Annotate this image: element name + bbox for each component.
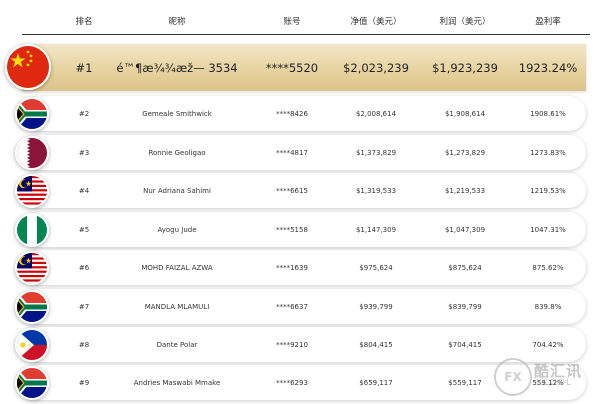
net-value-cell: $804,415 [359, 340, 393, 349]
profit-cell: $1,219,533 [444, 186, 486, 195]
account-cell: ****6293 [276, 378, 308, 387]
malaysia-flag-icon [15, 251, 49, 285]
table-row: #3 Ronnie Geoligao ****4817 $1,373,829 $… [22, 135, 586, 170]
china-flag-icon [5, 44, 51, 90]
profit-cell: $1,908,614 [444, 109, 486, 118]
name-cell: Ronnie Geoligao [148, 148, 206, 157]
watermark-logo: FX 酷汇讯 XCOOL [494, 356, 602, 396]
table-row: #7 MANDLA MLAMULI ****6637 $939,799 $839… [22, 289, 586, 324]
net-value-cell: $939,799 [359, 302, 393, 311]
account-cell: ****4817 [276, 148, 308, 157]
rank-cell: #9 [78, 378, 90, 387]
profit-cell: $1,923,239 [432, 60, 498, 75]
account-cell: ****8426 [276, 109, 308, 118]
header-account: 账号 [283, 17, 301, 27]
rank-cell: #2 [78, 109, 90, 118]
net-value-cell: $1,147,309 [355, 225, 397, 234]
profit-cell: $839,799 [448, 302, 482, 311]
account-cell: ****1639 [276, 263, 308, 272]
name-cell: é™¶æ¾¾æž— 3534 [116, 60, 238, 75]
net-value-cell: $1,373,829 [355, 148, 397, 157]
profit-cell: $559,117 [448, 378, 482, 387]
account-cell: ****6615 [276, 186, 308, 195]
nigeria-flag-icon [15, 213, 49, 247]
qatar-flag-icon [15, 136, 49, 170]
header-profit: 利润（美元） [439, 17, 491, 27]
header-profit-rate: 盈利率 [535, 17, 561, 27]
name-cell: Nur Adriana Sahimi [143, 186, 211, 195]
profit-rate-cell: 1908.61% [530, 109, 566, 118]
south-africa-flag-icon [15, 97, 49, 131]
profit-cell: $1,047,309 [444, 225, 486, 234]
profit-rate-cell: 1219.53% [530, 186, 566, 195]
profit-cell: $875,624 [448, 263, 482, 272]
net-value-cell: $975,624 [359, 263, 393, 272]
rank-cell: #6 [78, 263, 90, 272]
name-cell: Andries Maswabi Mmake [133, 378, 221, 387]
header-net-value: 净值（美元） [350, 17, 402, 27]
table-row: #2 Gemeale Smithwick ****8426 $2,008,614… [22, 96, 586, 131]
leaderboard-header: 排名 昵称 账号 净值（美元） 利润（美元） 盈利率 [22, 6, 590, 35]
rank-cell: #7 [78, 302, 90, 311]
profit-rate-cell: 1047.31% [530, 225, 566, 234]
name-cell: Gemeale Smithwick [142, 109, 212, 118]
name-cell: MOHD FAIZAL AZWA [141, 263, 213, 272]
header-rank: 排名 [75, 17, 93, 27]
malaysia-flag-icon [15, 174, 49, 208]
rank-cell: #3 [78, 148, 90, 157]
rank-cell: #4 [78, 186, 90, 195]
name-cell: Ayogu Jude [157, 225, 197, 234]
rank-cell: #8 [78, 340, 90, 349]
south-africa-flag-icon [15, 290, 49, 324]
account-cell: ****5158 [276, 225, 308, 234]
net-value-cell: $2,008,614 [355, 109, 397, 118]
profit-rate-cell: 839.8% [534, 302, 562, 311]
account-cell: ****9210 [276, 340, 308, 349]
header-name: 昵称 [168, 17, 186, 27]
account-cell: ****6637 [276, 302, 308, 311]
profit-rate-cell: 1273.83% [530, 148, 566, 157]
net-value-cell: $659,117 [359, 378, 393, 387]
profit-rate-cell: 1923.24% [518, 60, 578, 75]
net-value-cell: $2,023,239 [343, 60, 409, 75]
south-africa-flag-icon [15, 366, 49, 400]
table-row: #5 Ayogu Jude ****5158 $1,147,309 $1,047… [22, 212, 586, 247]
rank-cell: #5 [78, 225, 90, 234]
rank-cell: #1 [75, 60, 93, 75]
name-cell: MANDLA MLAMULI [144, 302, 210, 311]
profit-rate-cell: 875.62% [532, 263, 564, 272]
net-value-cell: $1,319,533 [355, 186, 397, 195]
table-row: #1 é™¶æ¾¾æž— 3534 ****5520 $2,023,239 $1… [22, 44, 586, 91]
philippines-flag-icon [15, 328, 49, 362]
name-cell: Dante Polar [156, 340, 198, 349]
profit-cell: $1,273,829 [444, 148, 486, 157]
table-row: #4 Nur Adriana Sahimi ****6615 $1,319,53… [22, 173, 586, 208]
table-row: #6 MOHD FAIZAL AZWA ****1639 $975,624 $8… [22, 250, 586, 285]
profit-cell: $704,415 [448, 340, 482, 349]
profit-rate-cell: 704.42% [532, 340, 564, 349]
fx-badge-icon: FX [494, 358, 532, 396]
account-cell: ****5520 [265, 60, 319, 75]
watermark-subtext: XCOOL [536, 378, 572, 388]
